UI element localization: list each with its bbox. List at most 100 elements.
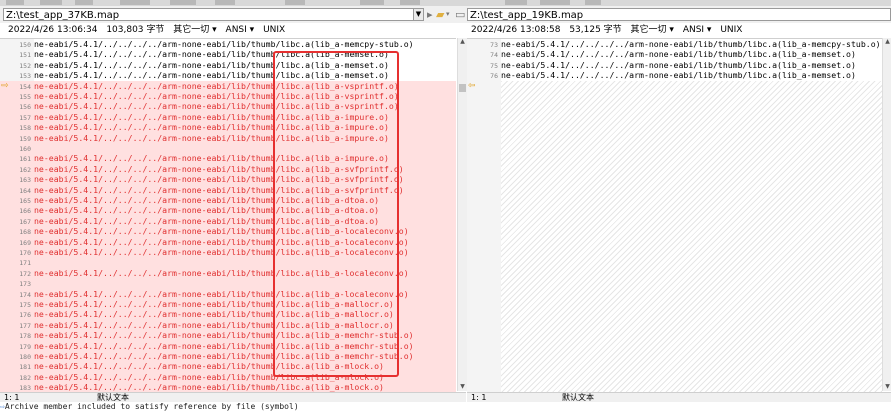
- left-text-pane[interactable]: 150 ne-eabi/5.4.1/../../../../arm-none-ea…: [0, 38, 456, 392]
- left-scroll-thumb[interactable]: [459, 84, 466, 92]
- diff-line[interactable]: 153 ne-eabi/5.4.1/../../../../arm-none-ea…: [0, 70, 456, 80]
- right-path-input[interactable]: Z:\test_app_19KB.map: [467, 8, 891, 21]
- open-folder-icon[interactable]: ▰: [436, 8, 444, 21]
- right-vertical-scrollbar[interactable]: ▲ ▼: [882, 38, 891, 391]
- diff-line[interactable]: 154 ne-eabi/5.4.1/../../../../arm-none-ea…: [0, 80, 456, 91]
- diff-line[interactable]: 165 ne-eabi/5.4.1/../../../../arm-none-ea…: [0, 195, 456, 206]
- line-number: 76: [490, 72, 498, 81]
- left-swap-arrow-icon[interactable]: ▸: [427, 8, 433, 21]
- right-cursor-position: 1: 1: [471, 393, 487, 402]
- diff-line[interactable]: 158 ne-eabi/5.4.1/../../../../arm-none-ea…: [0, 122, 456, 133]
- diff-line[interactable]: 171: [0, 257, 456, 268]
- difference-marker-icon[interactable]: ⇦: [468, 81, 476, 91]
- right-text-pane[interactable]: 73 ne-eabi/5.4.1/../../../../arm-none-eab…: [467, 38, 882, 392]
- chevron-down-icon: ▼: [415, 10, 422, 18]
- right-file-size: 53,125 字节: [569, 25, 622, 35]
- scroll-up-icon[interactable]: ▲: [458, 38, 467, 46]
- right-gutter: [467, 39, 501, 392]
- line-text: ne-eabi/5.4.1/../../../../arm-none-eabi/…: [501, 70, 856, 81]
- left-path-input[interactable]: Z:\test_app_37KB.map: [3, 8, 416, 21]
- line-text: ne-eabi/5.4.1/../../../../arm-none-eabi/…: [34, 382, 384, 392]
- right-eol-label: UNIX: [720, 25, 743, 35]
- diff-line[interactable]: 164 ne-eabi/5.4.1/../../../../arm-none-ea…: [0, 184, 456, 195]
- diff-line[interactable]: 74 ne-eabi/5.4.1/../../../../arm-none-eab…: [467, 49, 882, 59]
- line-text: ne-eabi/5.4.1/../../../../arm-none-eabi/…: [34, 288, 409, 299]
- diff-line[interactable]: 152 ne-eabi/5.4.1/../../../../arm-none-ea…: [0, 60, 456, 70]
- line-number: 183: [19, 384, 31, 392]
- line-text: ne-eabi/5.4.1/../../../../arm-none-eabi/…: [34, 163, 404, 174]
- diff-line[interactable]: 151 ne-eabi/5.4.1/../../../../arm-none-ea…: [0, 49, 456, 59]
- left-vertical-scrollbar[interactable]: ▲ ▼: [457, 38, 467, 391]
- diff-line[interactable]: 180 ne-eabi/5.4.1/../../../../arm-none-ea…: [0, 351, 456, 362]
- line-text: ne-eabi/5.4.1/../../../../arm-none-eabi/…: [34, 59, 389, 70]
- right-encoding-dropdown[interactable]: ANSI ▾: [683, 25, 712, 35]
- diff-line[interactable]: 156 ne-eabi/5.4.1/../../../../arm-none-ea…: [0, 101, 456, 112]
- diff-line[interactable]: 175 ne-eabi/5.4.1/../../../../arm-none-ea…: [0, 299, 456, 310]
- diff-line[interactable]: 177 ne-eabi/5.4.1/../../../../arm-none-ea…: [0, 319, 456, 331]
- right-other-dropdown[interactable]: 其它一切 ▾: [631, 25, 674, 35]
- diff-line[interactable]: 155 ne-eabi/5.4.1/../../../../arm-none-ea…: [0, 91, 456, 102]
- line-text: ne-eabi/5.4.1/../../../../arm-none-eabi/…: [34, 91, 399, 101]
- line-text: ne-eabi/5.4.1/../../../../arm-none-eabi/…: [34, 236, 409, 247]
- detail-line-text: Archive member included to satisfy refer…: [4, 402, 299, 411]
- diff-line[interactable]: 179 ne-eabi/5.4.1/../../../../arm-none-ea…: [0, 340, 456, 351]
- diff-line[interactable]: 161 ne-eabi/5.4.1/../../../../arm-none-ea…: [0, 153, 456, 164]
- diff-line[interactable]: 176 ne-eabi/5.4.1/../../../../arm-none-ea…: [0, 309, 456, 320]
- folder-dropdown-icon[interactable]: ▾: [446, 8, 450, 21]
- line-text: ne-eabi/5.4.1/../../../../arm-none-eabi/…: [34, 184, 404, 195]
- diff-line[interactable]: 76 ne-eabi/5.4.1/../../../../arm-none-eab…: [467, 70, 882, 80]
- diff-line[interactable]: 173: [0, 278, 456, 289]
- save-icon[interactable]: ▭: [455, 8, 465, 21]
- line-text: ne-eabi/5.4.1/../../../../arm-none-eabi/…: [34, 205, 380, 216]
- diff-line[interactable]: 162 ne-eabi/5.4.1/../../../../arm-none-ea…: [0, 163, 456, 175]
- diff-line[interactable]: 157 ne-eabi/5.4.1/../../../../arm-none-ea…: [0, 111, 456, 123]
- left-other-dropdown[interactable]: 其它一切 ▾: [173, 25, 216, 35]
- line-text: ne-eabi/5.4.1/../../../../arm-none-eabi/…: [501, 49, 856, 60]
- diff-line[interactable]: 168 ne-eabi/5.4.1/../../../../arm-none-ea…: [0, 226, 456, 237]
- right-syntax-label: 默认文本: [562, 393, 594, 402]
- line-text: ne-eabi/5.4.1/../../../../arm-none-eabi/…: [34, 101, 399, 112]
- diff-line[interactable]: 166 ne-eabi/5.4.1/../../../../arm-none-ea…: [0, 205, 456, 216]
- line-text: ne-eabi/5.4.1/../../../../arm-none-eabi/…: [34, 247, 409, 257]
- line-text: ne-eabi/5.4.1/../../../../arm-none-eabi/…: [34, 267, 409, 278]
- line-text: ne-eabi/5.4.1/../../../../arm-none-eabi/…: [34, 174, 404, 185]
- left-eol-label: UNIX: [263, 25, 286, 35]
- line-text: ne-eabi/5.4.1/../../../../arm-none-eabi/…: [34, 299, 394, 309]
- diff-line[interactable]: 75 ne-eabi/5.4.1/../../../../arm-none-eab…: [467, 60, 882, 70]
- right-file-datetime: 2022/4/26 13:08:58: [471, 25, 561, 35]
- line-text: ne-eabi/5.4.1/../../../../arm-none-eabi/…: [34, 153, 389, 164]
- diff-line[interactable]: 73 ne-eabi/5.4.1/../../../../arm-none-eab…: [467, 39, 882, 49]
- diff-line[interactable]: 181 ne-eabi/5.4.1/../../../../arm-none-ea…: [0, 361, 456, 372]
- line-text: ne-eabi/5.4.1/../../../../arm-none-eabi/…: [34, 309, 394, 320]
- left-encoding-dropdown[interactable]: ANSI ▾: [226, 25, 255, 35]
- diff-line[interactable]: 167 ne-eabi/5.4.1/../../../../arm-none-ea…: [0, 215, 456, 227]
- path-bar: Z:\test_app_37KB.map ▼ ▸ ▰ ▾ ▭ Z:\test_a…: [0, 6, 891, 23]
- diff-line[interactable]: 174 ne-eabi/5.4.1/../../../../arm-none-ea…: [0, 288, 456, 299]
- right-status-bar: 1: 1 默认文本: [467, 392, 891, 402]
- diff-line[interactable]: 159 ne-eabi/5.4.1/../../../../arm-none-ea…: [0, 132, 456, 143]
- left-file-size: 103,803 字节: [106, 25, 165, 35]
- diff-line[interactable]: 163 ne-eabi/5.4.1/../../../../arm-none-ea…: [0, 174, 456, 185]
- diff-line[interactable]: 150 ne-eabi/5.4.1/../../../../arm-none-ea…: [0, 39, 456, 49]
- left-cursor-position: 1: 1: [4, 393, 20, 402]
- detail-line: ⇨Archive member included to satisfy refe…: [0, 402, 891, 411]
- diff-line[interactable]: 172 ne-eabi/5.4.1/../../../../arm-none-ea…: [0, 267, 456, 279]
- left-syntax-label: 默认文本: [97, 393, 129, 402]
- scroll-down-icon[interactable]: ▼: [458, 383, 467, 391]
- line-text: ne-eabi/5.4.1/../../../../arm-none-eabi/…: [34, 226, 409, 237]
- line-text: ne-eabi/5.4.1/../../../../arm-none-eabi/…: [34, 351, 414, 361]
- diff-line[interactable]: 182 ne-eabi/5.4.1/../../../../arm-none-ea…: [0, 371, 456, 383]
- diff-line[interactable]: 169 ne-eabi/5.4.1/../../../../arm-none-ea…: [0, 236, 456, 247]
- right-missing-lines-area: [501, 81, 882, 392]
- scroll-down-icon[interactable]: ▼: [883, 383, 891, 391]
- line-text: ne-eabi/5.4.1/../../../../arm-none-eabi/…: [34, 319, 394, 330]
- scroll-up-icon[interactable]: ▲: [883, 38, 891, 46]
- diff-line[interactable]: 178 ne-eabi/5.4.1/../../../../arm-none-ea…: [0, 330, 456, 341]
- left-path-dropdown-button[interactable]: ▼: [413, 8, 424, 21]
- diff-line[interactable]: 183 ne-eabi/5.4.1/../../../../arm-none-ea…: [0, 382, 456, 392]
- diff-line[interactable]: 170 ne-eabi/5.4.1/../../../../arm-none-ea…: [0, 247, 456, 258]
- line-text: ne-eabi/5.4.1/../../../../arm-none-eabi/…: [501, 39, 881, 49]
- difference-marker-icon[interactable]: ⇨: [1, 81, 9, 91]
- line-text: ne-eabi/5.4.1/../../../../arm-none-eabi/…: [34, 330, 414, 341]
- diff-line[interactable]: 160: [0, 143, 456, 154]
